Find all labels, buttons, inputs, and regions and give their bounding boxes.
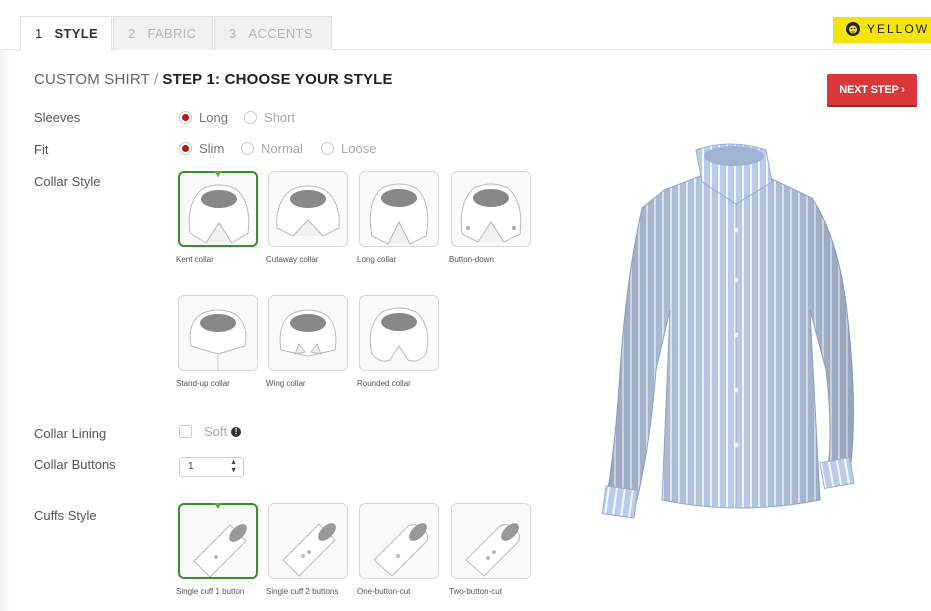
step-heading: STEP 1: CHOOSE YOUR STYLE bbox=[162, 71, 393, 88]
info-icon[interactable]: ! bbox=[231, 426, 242, 437]
option-caption: Wing collar bbox=[266, 379, 306, 388]
option-thumbnail bbox=[268, 503, 348, 579]
step-tab-bar: 1 STYLE 2 FABRIC 3 ACCENTS YELLOW bbox=[0, 0, 931, 51]
option-caption: Rounded collar bbox=[357, 379, 411, 388]
collar-buttons-label: Collar Buttons bbox=[34, 457, 116, 472]
stand-up-collar-icon bbox=[189, 309, 247, 370]
checkbox-label: Soft bbox=[204, 424, 228, 439]
radio-dot bbox=[179, 111, 192, 124]
fit-normal-radio[interactable]: Normal bbox=[241, 141, 303, 156]
lion-icon bbox=[846, 22, 860, 36]
option-caption: Stand-up collar bbox=[176, 379, 230, 388]
tab-label: ACCENTS bbox=[248, 26, 313, 41]
two-button-cut-cuff-icon bbox=[465, 523, 521, 577]
option-caption: Cutaway collar bbox=[266, 255, 319, 264]
radio-label: Loose bbox=[341, 141, 377, 156]
option-thumbnail bbox=[178, 295, 258, 371]
wing-collar-icon bbox=[279, 309, 337, 357]
long-collar-icon bbox=[369, 183, 429, 245]
radio-dot bbox=[244, 111, 257, 124]
kent-collar-icon bbox=[188, 184, 250, 244]
cuff-option-two-button-cut[interactable]: Two-button-cut bbox=[449, 503, 531, 597]
select-value: 1 bbox=[188, 461, 194, 472]
collar-option-button-down[interactable]: Button-down bbox=[449, 171, 531, 265]
shirt-preview-image[interactable] bbox=[590, 120, 870, 545]
tab-number: 1 bbox=[35, 26, 43, 41]
cuff-option-single-2-buttons[interactable]: Single cuff 2 buttons bbox=[266, 503, 348, 597]
fit-loose-radio[interactable]: Loose bbox=[321, 141, 376, 156]
collar-lining-label: Collar Lining bbox=[34, 426, 107, 441]
collar-buttons-select[interactable]: 1 ▲ ▼ bbox=[179, 457, 244, 477]
radio-label: Normal bbox=[261, 141, 303, 156]
collar-style-label: Collar Style bbox=[34, 174, 101, 189]
option-caption: Long collar bbox=[357, 255, 397, 264]
option-thumbnail bbox=[178, 171, 258, 247]
brand-name: YELLOW bbox=[867, 22, 930, 36]
tab-number: 2 bbox=[128, 26, 136, 41]
tab-fabric[interactable]: 2 FABRIC bbox=[113, 16, 213, 50]
option-caption: Button-down bbox=[449, 255, 494, 264]
option-thumbnail bbox=[451, 171, 531, 247]
page-title: CUSTOM SHIRT / STEP 1: CHOOSE YOUR STYLE bbox=[34, 71, 393, 88]
cutaway-collar-icon bbox=[276, 185, 340, 237]
fit-label: Fit bbox=[34, 142, 49, 157]
collar-option-stand-up[interactable]: Stand-up collar bbox=[176, 295, 258, 389]
radio-dot bbox=[179, 142, 192, 155]
breadcrumb-root[interactable]: CUSTOM SHIRT bbox=[34, 71, 150, 88]
brand-logo[interactable]: YELLOW bbox=[833, 17, 931, 43]
collar-option-rounded[interactable]: Rounded collar bbox=[357, 295, 439, 389]
tab-number: 3 bbox=[229, 26, 237, 41]
option-thumbnail bbox=[178, 503, 258, 579]
sleeves-short-radio[interactable]: Short bbox=[244, 110, 295, 125]
cuffs-style-label: Cuffs Style bbox=[34, 508, 97, 523]
radio-dot bbox=[321, 142, 334, 155]
checkbox-box bbox=[179, 425, 192, 438]
tab-label: FABRIC bbox=[147, 26, 197, 41]
tab-accents[interactable]: 3 ACCENTS bbox=[214, 16, 332, 50]
single-cuff-one-button-icon bbox=[193, 524, 247, 577]
next-step-button[interactable]: NEXT STEP › bbox=[827, 74, 917, 107]
tab-label: STYLE bbox=[54, 26, 98, 41]
tab-style[interactable]: 1 STYLE bbox=[20, 16, 112, 51]
option-thumbnail bbox=[451, 503, 531, 579]
radio-dot bbox=[241, 142, 254, 155]
option-thumbnail bbox=[268, 171, 348, 247]
option-thumbnail bbox=[268, 295, 348, 371]
radio-label: Long bbox=[199, 110, 228, 125]
radio-label: Short bbox=[264, 110, 296, 125]
button-down-collar-icon bbox=[460, 183, 522, 243]
rounded-collar-icon bbox=[369, 307, 429, 362]
fit-slim-radio[interactable]: Slim bbox=[179, 141, 224, 156]
option-caption: Single cuff 1 button bbox=[176, 587, 245, 596]
select-arrows-icon: ▲ ▼ bbox=[230, 459, 237, 474]
option-caption: Single cuff 2 buttons bbox=[266, 587, 339, 596]
option-caption: Two-button-cut bbox=[449, 587, 502, 596]
collar-lining-soft-checkbox[interactable]: Soft ! bbox=[179, 424, 242, 439]
one-button-cut-cuff-icon bbox=[373, 523, 429, 577]
radio-label: Slim bbox=[199, 141, 225, 156]
cuff-option-one-button-cut[interactable]: One-button-cut bbox=[357, 503, 439, 597]
breadcrumb-separator: / bbox=[154, 71, 159, 88]
selected-marker-icon bbox=[214, 503, 222, 509]
collar-option-wing[interactable]: Wing collar bbox=[266, 295, 348, 389]
option-thumbnail bbox=[359, 295, 439, 371]
sleeves-label: Sleeves bbox=[34, 110, 81, 125]
collar-option-cutaway[interactable]: Cutaway collar bbox=[266, 171, 348, 265]
option-caption: Kent collar bbox=[176, 255, 214, 264]
collar-option-kent[interactable]: Kent collar bbox=[176, 171, 258, 265]
selected-marker-icon bbox=[214, 171, 222, 177]
cuff-option-single-1-button[interactable]: Single cuff 1 button bbox=[176, 503, 258, 597]
option-thumbnail bbox=[359, 503, 439, 579]
option-thumbnail bbox=[359, 171, 439, 247]
single-cuff-two-buttons-icon bbox=[282, 523, 336, 577]
collar-option-long[interactable]: Long collar bbox=[357, 171, 439, 265]
sleeves-long-radio[interactable]: Long bbox=[179, 110, 228, 125]
left-edge-shadow bbox=[0, 50, 10, 611]
option-caption: One-button-cut bbox=[357, 587, 411, 596]
